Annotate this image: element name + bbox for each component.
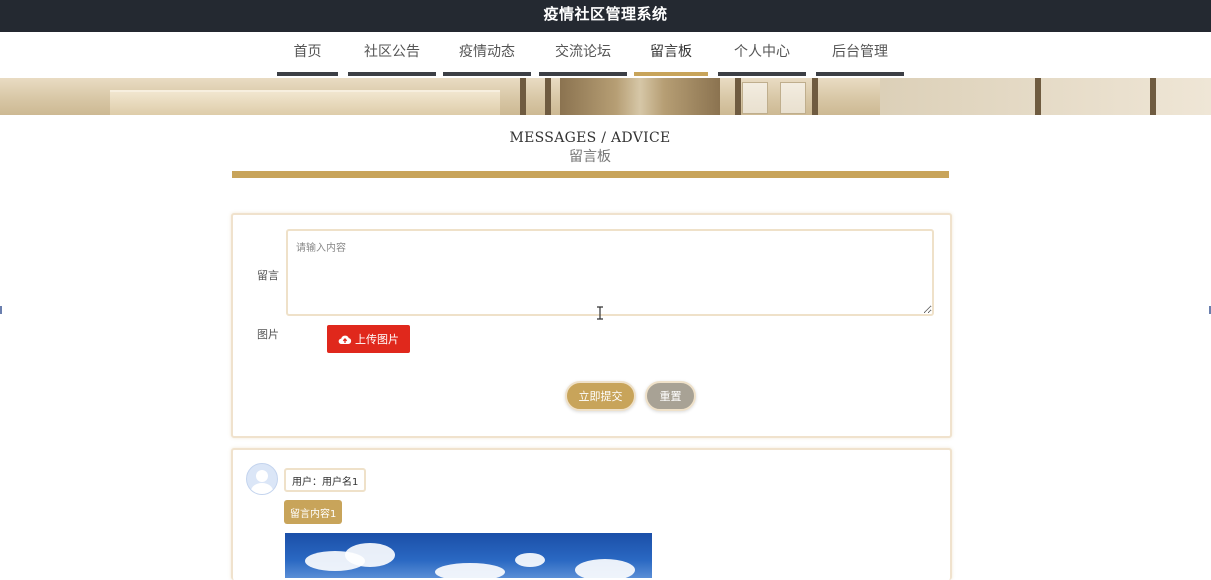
banner-counter-shape [110,90,500,115]
cloud-shape [515,553,545,567]
avatar-head [256,470,268,482]
message-textarea[interactable] [286,229,934,316]
upload-image-label: 上传图片 [355,333,399,346]
nav-item-label: 交流论坛 [555,43,611,60]
message-form: 留言 图片 上传图片 立即提交 重置 [231,213,952,438]
cloud-upload-icon [338,335,352,344]
nav-item-underline [348,72,436,76]
banner-beam [735,78,741,115]
submit-button[interactable]: 立即提交 [565,381,636,411]
nav-item-forum[interactable]: 交流论坛 [539,32,627,76]
nav-item-underline-active [634,72,708,76]
banner-wall [880,78,1211,115]
message-label: 留言 [257,269,279,282]
nav-item-label: 社区公告 [364,43,420,60]
section-title-zh: 留言板 [569,149,611,165]
nav-item-epidemic-news[interactable]: 疫情动态 [443,32,531,76]
nav-item-underline [443,72,531,76]
nav-item-message-board[interactable]: 留言板 [634,32,708,76]
nav-item-home[interactable]: 首页 [277,32,338,76]
banner-beam [520,78,526,115]
banner-hallway [560,78,720,115]
image-label: 图片 [257,328,279,341]
cloud-shape [345,543,395,567]
message-image [285,533,652,578]
nav-item-profile[interactable]: 个人中心 [718,32,806,76]
cloud-shape [575,559,635,578]
banner-beam [812,78,818,115]
message-user: 用户：用户名1 [284,468,367,492]
section-heading: MESSAGES / ADVICE 留言板 [232,127,948,165]
nav-item-label: 后台管理 [832,43,888,60]
banner-beam [1035,78,1041,115]
site-title: 疫情社区管理系统 [543,4,668,23]
section-title-en: MESSAGES / ADVICE [509,130,671,146]
page-edge-marker [0,306,2,314]
message-item: 用户：用户名1 留言内容1 [231,448,952,580]
text-cursor-icon [597,306,603,320]
banner-image [0,78,1211,115]
banner-glass-panel [742,82,768,114]
banner-glass-panel [780,82,806,114]
cloud-shape [435,563,505,578]
nav-item-underline [718,72,806,76]
user-avatar-icon [246,463,278,495]
nav-item-admin[interactable]: 后台管理 [816,32,904,76]
banner-beam [1150,78,1156,115]
main-nav: 首页 社区公告 疫情动态 交流论坛 留言板 个人中心 后台管理 [0,32,1211,78]
nav-item-underline [816,72,904,76]
banner-beam [545,78,551,115]
message-content: 留言内容1 [284,500,343,524]
nav-item-announcements[interactable]: 社区公告 [348,32,436,76]
upload-image-button[interactable]: 上传图片 [327,325,410,353]
section-divider [232,171,949,178]
avatar-shoulders [251,483,273,494]
header-bar: 疫情社区管理系统 [0,0,1211,32]
reset-button[interactable]: 重置 [645,381,696,411]
nav-item-underline [277,72,338,76]
nav-item-label: 疫情动态 [459,43,515,60]
nav-item-label: 留言板 [650,43,692,60]
nav-item-label: 个人中心 [734,43,790,60]
nav-item-label: 首页 [293,43,322,60]
nav-item-underline [539,72,627,76]
